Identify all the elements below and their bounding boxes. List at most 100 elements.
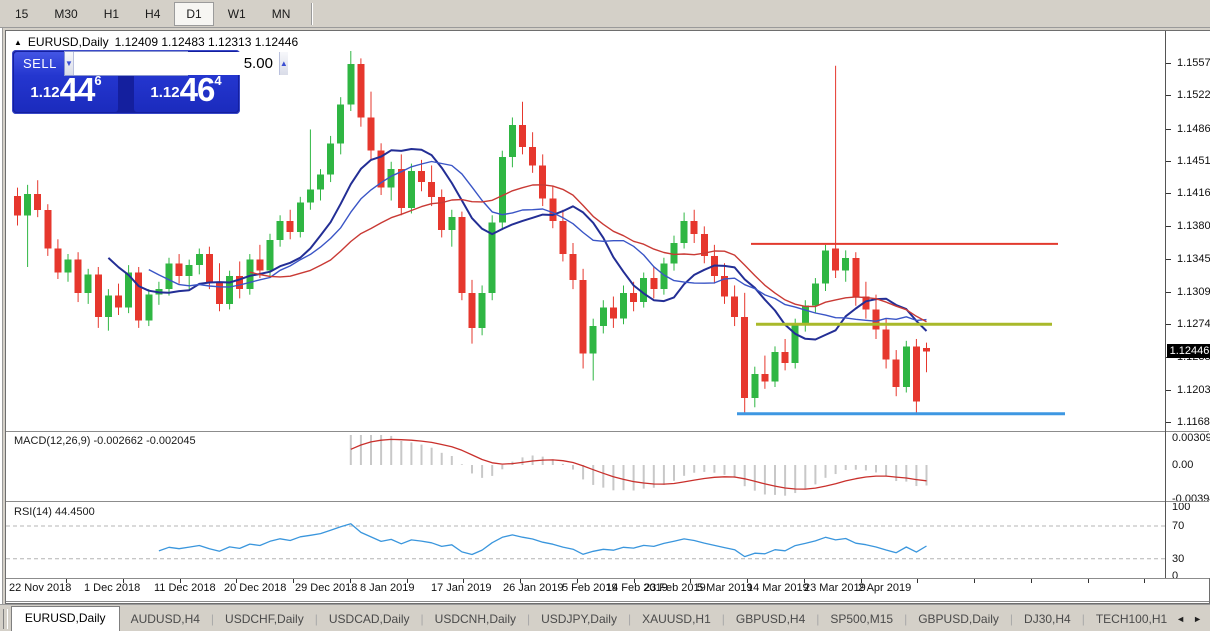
timeframe-bar: 15M30H1H4D1W1MN (2, 2, 303, 26)
price-tick (1166, 226, 1171, 227)
price-axis-label: 1.14860 (1177, 123, 1210, 135)
date-tick (350, 579, 351, 583)
timeframe-button-d1[interactable]: D1 (174, 2, 213, 26)
date-axis-label: 29 Dec 2018 (295, 582, 357, 594)
chart-tab-usdcnh-daily[interactable]: USDCNH,Daily (424, 608, 527, 631)
chart-title: ▲ EURUSD,Daily 1.12409 1.12483 1.12313 1… (14, 35, 298, 49)
date-axis-label: 2 Apr 2019 (858, 582, 911, 594)
price-tick (1166, 193, 1171, 194)
price-axis-label: 1.11680 (1177, 416, 1210, 428)
chart-symbol-label: EURUSD,Daily (28, 35, 109, 49)
price-axis-label: 1.13800 (1177, 220, 1210, 232)
price-axis-label: 1.15570 (1177, 57, 1210, 69)
window-left-edge (0, 0, 3, 631)
tabs: EURUSD,DailyAUDUSD,H4|USDCHF,Daily|USDCA… (11, 606, 1176, 631)
timeframe-button-w1[interactable]: W1 (216, 2, 258, 26)
date-axis-label: 1 Dec 2018 (84, 582, 140, 594)
date-axis-label: 14 Mar 2019 (747, 582, 809, 594)
sell-price: 1.12446 (14, 71, 118, 109)
timeframe-button-h4[interactable]: H4 (133, 2, 172, 26)
chart-tab-dj30-h4[interactable]: DJ30,H4 (1013, 608, 1082, 631)
chart-tab-usdjpy-daily[interactable]: USDJPY,Daily (530, 608, 628, 631)
chart-plot[interactable] (6, 31, 1210, 605)
date-tick (577, 579, 578, 583)
price-axis-label: 1.13090 (1177, 286, 1210, 298)
chart-tab-eurusd-daily[interactable]: EURUSD,Daily (11, 606, 120, 631)
pane-separator[interactable] (6, 432, 1209, 433)
price-tick (1166, 324, 1171, 325)
price-tick (1166, 259, 1171, 260)
rsi-axis-label: 0 (1172, 570, 1178, 582)
macd-axis-label: 0.00 (1172, 459, 1193, 471)
one-click-trading-panel: SELL 1.12446 BUY 1.12464 ▼ ▲ (12, 50, 240, 114)
timeframe-button-mn[interactable]: MN (260, 2, 303, 26)
toolbar-separator (311, 3, 313, 25)
tab-scroll-left-icon[interactable]: ◄ (1176, 614, 1185, 624)
date-tick (463, 579, 464, 583)
volume-increase-button[interactable]: ▲ (279, 52, 288, 75)
chart-tab-xauusd-h1[interactable]: XAUUSD,H1 (631, 608, 722, 631)
rsi-label: RSI(14) 44.4500 (14, 506, 95, 518)
tabbar-grip (3, 609, 8, 629)
date-tick (804, 579, 805, 583)
macd-label: MACD(12,26,9) -0.002662 -0.002045 (14, 435, 196, 447)
macd-axis-label: 0.003095 (1172, 432, 1210, 444)
tab-scroll-right-icon[interactable]: ► (1193, 614, 1202, 624)
chart-tab-gbpusd-daily[interactable]: GBPUSD,Daily (907, 608, 1010, 631)
date-tick (1031, 579, 1032, 583)
pane-separator[interactable] (6, 602, 1209, 603)
rsi-axis-label: 70 (1172, 520, 1184, 532)
price-tick (1166, 129, 1171, 130)
volume-decrease-button[interactable]: ▼ (65, 52, 74, 75)
date-tick (236, 579, 237, 583)
date-axis-label: 5 Mar 2019 (697, 582, 753, 594)
date-tick (690, 579, 691, 583)
price-axis-label: 1.14510 (1177, 155, 1210, 167)
price-tick (1166, 63, 1171, 64)
date-tick (747, 579, 748, 583)
price-axis-label: 1.12740 (1177, 318, 1210, 330)
chart-tab-gbpusd-h4[interactable]: GBPUSD,H4 (725, 608, 816, 631)
timeframe-button-h1[interactable]: H1 (92, 2, 131, 26)
date-tick (123, 579, 124, 583)
chart-tab-bar: EURUSD,DailyAUDUSD,H4|USDCHF,Daily|USDCA… (0, 604, 1210, 631)
sell-label: SELL (23, 56, 57, 71)
date-axis-label: 20 Dec 2018 (224, 582, 286, 594)
date-tick (917, 579, 918, 583)
price-axis-label: 1.13450 (1177, 253, 1210, 265)
date-axis-label: 23 Mar 2019 (804, 582, 866, 594)
date-axis-label: 11 Dec 2018 (154, 582, 216, 594)
chart-tab-sp500-m15[interactable]: SP500,M15 (819, 608, 904, 631)
date-tick (974, 579, 975, 583)
chart-tab-usdcad-daily[interactable]: USDCAD,Daily (318, 608, 421, 631)
date-tick (634, 579, 635, 583)
date-axis-label: 8 Jan 2019 (360, 582, 414, 594)
chart-tab-usdchf-daily[interactable]: USDCHF,Daily (214, 608, 315, 631)
date-tick (861, 579, 862, 583)
date-tick (407, 579, 408, 583)
chart-window: ▲ EURUSD,Daily 1.12409 1.12483 1.12313 1… (5, 30, 1210, 604)
price-tick (1166, 390, 1171, 391)
date-tick (66, 579, 67, 583)
chart-ohlc-values: 1.12409 1.12483 1.12313 1.12446 (115, 35, 299, 49)
chart-tab-audusd-h4[interactable]: AUDUSD,H4 (120, 608, 211, 631)
chart-tab-tech100-h1[interactable]: TECH100,H1 (1085, 608, 1176, 631)
volume-widget: ▼ ▲ (64, 51, 188, 76)
date-axis-label: 22 Nov 2018 (9, 582, 71, 594)
pane-separator[interactable] (6, 502, 1209, 503)
price-tick (1166, 292, 1171, 293)
date-axis-label: 26 Jan 2019 (503, 582, 564, 594)
collapse-triangle-icon[interactable]: ▲ (14, 38, 22, 47)
price-axis-label: 1.12030 (1177, 384, 1210, 396)
price-tick (1166, 161, 1171, 162)
date-tick (520, 579, 521, 583)
tab-scroll-controls: ◄ ► (1176, 614, 1210, 631)
timeframe-button-m30[interactable]: M30 (42, 2, 89, 26)
volume-input[interactable] (74, 52, 279, 75)
price-scale[interactable]: 1.155701.152201.148601.145101.141601.138… (1166, 31, 1210, 578)
timeframe-button-15[interactable]: 15 (3, 2, 40, 26)
pane-separator[interactable] (6, 578, 1209, 579)
date-tick (293, 579, 294, 583)
timeframe-toolbar: 15M30H1H4D1W1MN (0, 0, 1210, 28)
current-price-badge: 1.12446 (1167, 344, 1210, 358)
